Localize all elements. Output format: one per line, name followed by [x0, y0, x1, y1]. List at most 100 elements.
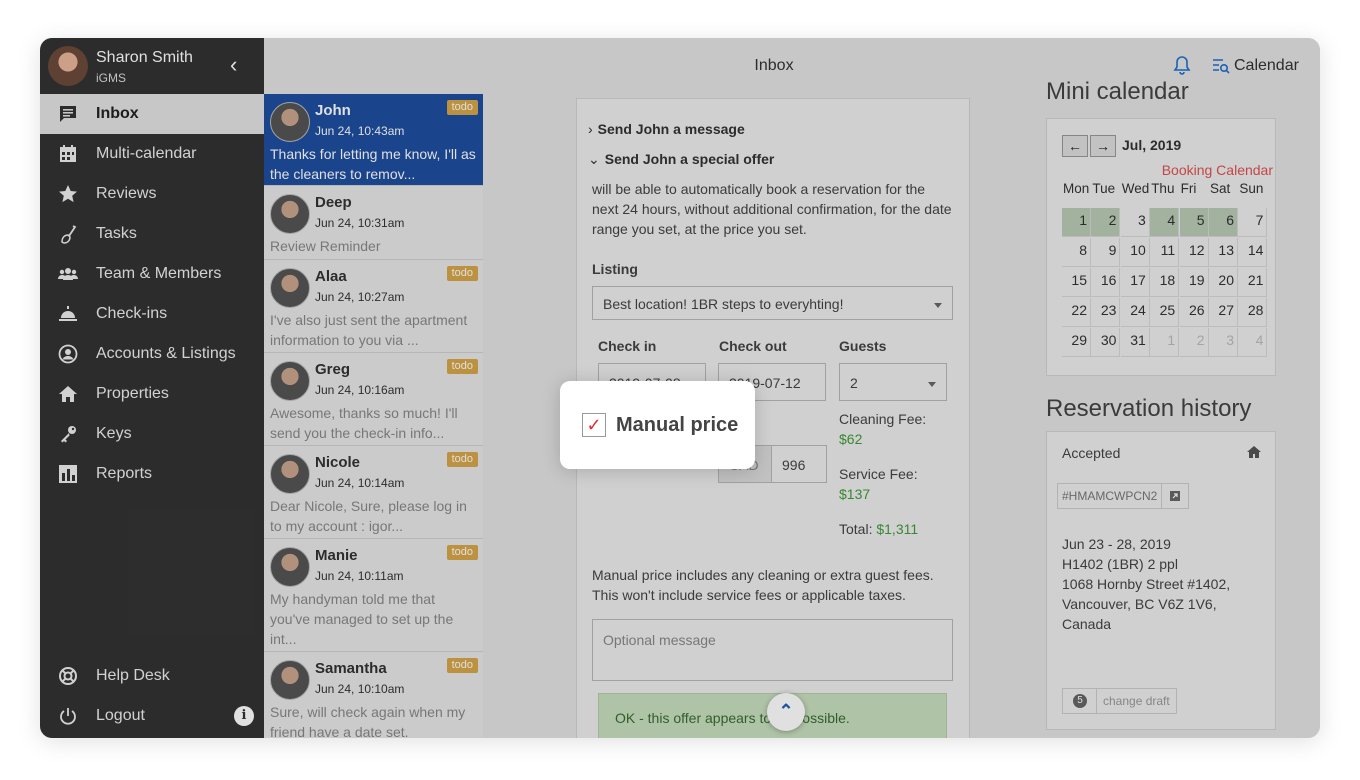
manual-price-note: Manual price includes any cleaning or ex… [592, 567, 934, 603]
calendar-day[interactable]: 21 [1238, 268, 1268, 297]
sidebar-item-label: Inbox [96, 105, 139, 122]
calendar-day[interactable]: 3 [1209, 328, 1238, 357]
sidebar-item-label: Reports [96, 465, 153, 482]
calendar-day[interactable]: 3 [1120, 208, 1150, 237]
calendar-day[interactable]: 12 [1179, 238, 1209, 267]
todo-badge[interactable]: todo [446, 359, 478, 374]
calendar-day[interactable]: 30 [1091, 328, 1121, 357]
profile[interactable]: Sharon Smith iGMS ‹ [40, 38, 264, 94]
calendar-day[interactable]: 23 [1091, 298, 1121, 327]
booking-calendar-link[interactable]: Booking Calendar [1162, 162, 1273, 178]
chevron-down-icon [928, 382, 936, 387]
calendar-day[interactable]: 7 [1238, 208, 1268, 237]
conversation-item[interactable]: Samantha Jun 24, 10:10am Sure, will chec… [264, 652, 483, 738]
calendar-day[interactable]: 28 [1238, 298, 1268, 327]
conversation-preview: I've also just sent the apartment inform… [270, 312, 468, 348]
sidebar-item-logout[interactable]: Logout i [40, 696, 264, 736]
calendar-day[interactable]: 14 [1238, 238, 1268, 267]
todo-badge[interactable]: todo [446, 452, 478, 467]
todo-badge[interactable]: todo [446, 100, 478, 115]
manual-price-input[interactable]: 996 [771, 445, 827, 483]
conversation-item[interactable]: Greg Jun 24, 10:16am Awesome, thanks so … [264, 353, 483, 446]
conversation-item[interactable]: Alaa Jun 24, 10:27am I've also just sent… [264, 260, 483, 353]
calendar-day[interactable]: 8 [1062, 238, 1091, 267]
reservation-dates: Jun 23 - 28, 2019 [1062, 536, 1171, 552]
sidebar-item-tasks[interactable]: Tasks [40, 214, 264, 254]
calendar-day[interactable]: 19 [1179, 268, 1209, 297]
avatar [270, 454, 310, 494]
optional-message-input[interactable]: Optional message [592, 619, 953, 681]
info-icon[interactable]: i [234, 706, 254, 726]
calendar-day[interactable]: 16 [1091, 268, 1121, 297]
todo-badge[interactable]: todo [446, 266, 478, 281]
calendar-day[interactable]: 1 [1062, 208, 1091, 237]
calendar-day[interactable]: 1 [1150, 328, 1180, 357]
page-title: Inbox [754, 57, 794, 74]
service-fee-label: Service Fee: [839, 466, 918, 482]
checkout-label: Check out [719, 338, 787, 354]
calendar-day[interactable]: 4 [1150, 208, 1180, 237]
draft-label: change draft [1096, 689, 1176, 713]
bell-icon[interactable] [1172, 55, 1192, 75]
todo-badge[interactable]: todo [446, 658, 478, 673]
service-fee-value: $137 [839, 486, 871, 502]
calendar-day[interactable]: 2 [1091, 208, 1121, 237]
next-month-button[interactable]: → [1090, 135, 1116, 157]
sidebar-item-multi-calendar[interactable]: Multi-calendar [40, 134, 264, 174]
calendar-day[interactable]: 22 [1062, 298, 1091, 327]
calendar-day[interactable]: 18 [1150, 268, 1180, 297]
calendar-day[interactable]: 5 [1179, 208, 1209, 237]
weekday-label: Wed [1121, 181, 1150, 196]
sidebar-item-help-desk[interactable]: Help Desk [40, 656, 264, 696]
calendar-day[interactable]: 6 [1209, 208, 1238, 237]
reservation-code[interactable]: #HMAMCWPCN2 [1057, 483, 1190, 509]
calendar-day[interactable]: 25 [1150, 298, 1180, 327]
sidebar-item-team[interactable]: Team & Members [40, 254, 264, 294]
guests-select[interactable]: 2 [839, 363, 947, 401]
sidebar-item-properties[interactable]: Properties [40, 374, 264, 414]
scroll-up-button[interactable]: ⌃ [767, 693, 805, 731]
sidebar-item-reviews[interactable]: Reviews [40, 174, 264, 214]
calendar-day[interactable]: 11 [1150, 238, 1180, 267]
calendar-day[interactable]: 4 [1238, 328, 1268, 357]
send-offer-toggle[interactable]: ⌄ Send John a special offer [588, 151, 774, 168]
sidebar-item-label: Logout [96, 707, 145, 724]
conversation-item[interactable]: John Jun 24, 10:43am Thanks for letting … [264, 94, 483, 186]
cleaning-fee: Cleaning Fee: $62 [839, 409, 926, 449]
conversation-item[interactable]: Nicole Jun 24, 10:14am Dear Nicole, Sure… [264, 446, 483, 539]
conversation-item[interactable]: Deep Jun 24, 10:31am Review Reminder [264, 186, 483, 260]
calendar-day[interactable]: 29 [1062, 328, 1091, 357]
conversation-preview: My handyman told me that you've managed … [270, 591, 454, 647]
total-label: Total: [839, 521, 873, 537]
listing-select[interactable]: Best location! 1BR steps to everyhting! [592, 286, 953, 320]
calendar-day[interactable]: 9 [1091, 238, 1121, 267]
calendar-day[interactable]: 20 [1209, 268, 1238, 297]
calendar-day[interactable]: 26 [1179, 298, 1209, 327]
conversation-preview: Thanks for letting me know, I'll as the … [270, 146, 476, 182]
calendar-day[interactable]: 15 [1062, 268, 1091, 297]
manual-price-checkbox[interactable]: ✓ [582, 413, 606, 437]
conversation-date: Jun 24, 10:10am [315, 682, 405, 696]
sidebar-item-check-ins[interactable]: Check-ins [40, 294, 264, 334]
calendar-day[interactable]: 27 [1209, 298, 1238, 327]
calendar-day[interactable]: 10 [1120, 238, 1150, 267]
sidebar-item-inbox[interactable]: Inbox [40, 94, 264, 134]
send-message-toggle[interactable]: › Send John a message [588, 121, 745, 137]
todo-badge[interactable]: todo [446, 545, 478, 560]
sidebar-item-reports[interactable]: Reports [40, 454, 264, 494]
chevron-left-icon[interactable]: ‹ [230, 54, 237, 76]
avatar [270, 547, 310, 587]
calendar-day[interactable]: 17 [1120, 268, 1150, 297]
sidebar-item-keys[interactable]: Keys [40, 414, 264, 454]
calendar-day[interactable]: 13 [1209, 238, 1238, 267]
calendar-link[interactable]: Calendar [1212, 57, 1299, 75]
calendar-day[interactable]: 31 [1120, 328, 1150, 357]
reservation-card: Accepted #HMAMCWPCN2 Jun 23 - 28, 2019 H… [1046, 431, 1276, 730]
conversation-item[interactable]: Manie Jun 24, 10:11am My handyman told m… [264, 539, 483, 652]
calendar-day[interactable]: 2 [1179, 328, 1209, 357]
sidebar-item-accounts[interactable]: Accounts & Listings [40, 334, 264, 374]
calendar-day[interactable]: 24 [1120, 298, 1150, 327]
external-link-icon[interactable] [1161, 484, 1188, 508]
change-draft-button[interactable]: 5 change draft [1062, 688, 1177, 714]
prev-month-button[interactable]: ← [1062, 135, 1088, 157]
